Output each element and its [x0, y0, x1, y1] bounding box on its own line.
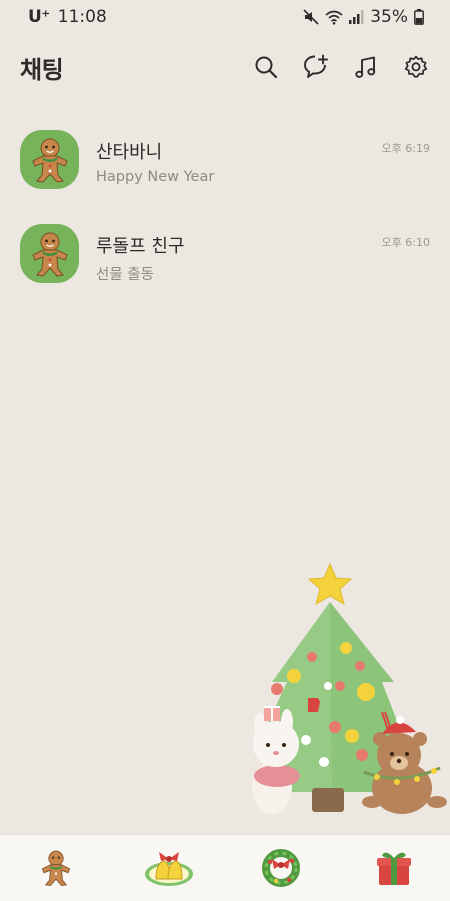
- music-icon: [355, 56, 376, 78]
- tab-more[interactable]: [364, 843, 424, 893]
- bottom-tab-bar: [0, 834, 450, 901]
- chat-list: 산타바니 Happy New Year 오후 6:19 루돌프 친구 선물 출동…: [0, 118, 450, 306]
- gingerbread-avatar-icon: [31, 138, 68, 183]
- carrier-label: U⁺: [28, 7, 50, 27]
- gingerbread-avatar-icon: [31, 232, 68, 277]
- gingerbread-friends-icon: [42, 850, 71, 887]
- chat-list-item[interactable]: 산타바니 Happy New Year 오후 6:19: [0, 118, 450, 212]
- signal-icon: [349, 10, 364, 24]
- wreath-view-icon: [262, 849, 301, 887]
- settings-icon: [404, 55, 428, 78]
- chat-last-message: 선물 출동: [96, 267, 154, 283]
- new-chat-icon: [304, 54, 328, 78]
- chat-name: 루돌프 친구: [96, 236, 185, 257]
- search-button[interactable]: [252, 53, 280, 81]
- gift-more-icon: [376, 852, 411, 885]
- bells-chats-icon: [144, 852, 193, 886]
- music-button[interactable]: [352, 53, 380, 81]
- tab-view[interactable]: [251, 843, 311, 893]
- battery-percent: 35%: [370, 7, 408, 27]
- avatar[interactable]: [20, 224, 79, 283]
- chat-list-item[interactable]: 루돌프 친구 선물 출동 오후 6:10: [0, 212, 450, 306]
- christmas-tree-illustration: [252, 562, 447, 814]
- battery-icon: [414, 9, 424, 25]
- tab-chats[interactable]: [139, 843, 199, 893]
- chat-timestamp: 오후 6:19: [381, 142, 430, 155]
- wifi-icon: [325, 10, 343, 25]
- chat-timestamp: 오후 6:10: [381, 236, 430, 249]
- clock: 11:08: [57, 7, 107, 27]
- search-icon: [255, 56, 278, 79]
- chat-last-message: Happy New Year: [96, 169, 215, 185]
- new-chat-button[interactable]: [302, 53, 330, 81]
- chat-name: 산타바니: [96, 142, 163, 163]
- app-header: 채팅: [0, 44, 450, 90]
- avatar[interactable]: [20, 130, 79, 189]
- settings-button[interactable]: [402, 53, 430, 81]
- mute-icon: [303, 9, 319, 25]
- tab-friends[interactable]: [26, 843, 86, 893]
- page-title: 채팅: [20, 55, 64, 84]
- status-bar: U⁺ 11:08 35%: [0, 0, 450, 34]
